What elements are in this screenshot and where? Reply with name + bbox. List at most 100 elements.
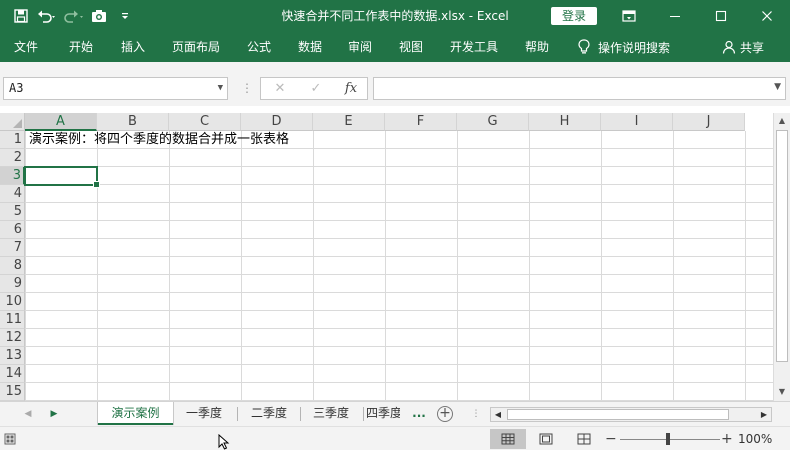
tab-split-handle-icon[interactable]: ⋮	[468, 406, 484, 422]
cancel-icon[interactable]: ✕	[265, 78, 295, 99]
page-layout-view-icon[interactable]	[528, 429, 564, 449]
redo-icon[interactable]	[60, 4, 86, 28]
formula-bar-resize-icon[interactable]: ⋮	[241, 78, 253, 98]
column-header[interactable]: H	[529, 113, 601, 131]
scroll-up-icon[interactable]: ▲	[774, 114, 790, 128]
row-header[interactable]: 9	[0, 275, 25, 293]
customize-qat-icon[interactable]	[112, 4, 138, 28]
sheet-tab-demo[interactable]: 演示案例	[98, 402, 173, 425]
vertical-scrollbar[interactable]: ▲ ▼	[773, 113, 790, 401]
column-header[interactable]: J	[673, 113, 745, 131]
sheet-tab-q2[interactable]: 二季度	[240, 402, 298, 425]
tell-me-label: 操作说明搜索	[598, 40, 671, 55]
window-title: 快速合并不同工作表中的数据.xlsx - Excel	[281, 9, 509, 23]
row-header[interactable]: 12	[0, 329, 25, 347]
row-header[interactable]: 3	[0, 167, 25, 185]
tab-review[interactable]: 审阅	[348, 32, 372, 62]
login-button[interactable]: 登录	[551, 7, 597, 25]
add-sheet-icon[interactable]: +	[437, 406, 453, 422]
cell-area[interactable]	[25, 131, 773, 401]
scroll-left-icon[interactable]: ◀	[491, 408, 505, 421]
quick-access-toolbar	[8, 4, 138, 28]
column-header[interactable]: A	[25, 113, 97, 131]
enter-icon[interactable]: ✓	[301, 78, 331, 99]
tab-developer[interactable]: 开发工具	[450, 32, 498, 62]
sheet-tab-q4[interactable]: 四季度	[366, 402, 400, 425]
column-header[interactable]: C	[169, 113, 241, 131]
name-box[interactable]: A3 ▼	[3, 77, 228, 100]
column-header[interactable]: D	[241, 113, 313, 131]
row-header[interactable]: 1	[0, 131, 25, 149]
row-header[interactable]: 11	[0, 311, 25, 329]
row-header[interactable]: 8	[0, 257, 25, 275]
name-box-dropdown-icon[interactable]: ▼	[218, 78, 223, 99]
lightbulb-icon	[578, 39, 590, 54]
status-bar: − + 100%	[0, 426, 790, 450]
scroll-right-icon[interactable]: ▶	[757, 408, 771, 421]
page-break-view-icon[interactable]	[566, 429, 602, 449]
tab-home[interactable]: 开始	[69, 32, 93, 62]
column-header[interactable]: G	[457, 113, 529, 131]
zoom-slider-thumb[interactable]	[666, 433, 670, 445]
maximize-icon[interactable]	[698, 0, 744, 32]
spreadsheet-grid: ABCDEFGHIJ 1 2 3 4 5 6 7 8 9 10 11 12 13 14 15 演示案例：将四…	[0, 113, 773, 401]
minimize-icon[interactable]	[652, 0, 698, 32]
macro-record-icon[interactable]	[4, 433, 18, 448]
horizontal-scroll-thumb[interactable]	[507, 409, 729, 420]
tab-data[interactable]: 数据	[298, 32, 322, 62]
share-button[interactable]: 共享	[722, 32, 764, 62]
undo-icon[interactable]	[34, 4, 60, 28]
mouse-cursor-icon	[218, 434, 230, 450]
ribbon-collapsed-area	[0, 62, 790, 72]
tab-insert[interactable]: 插入	[121, 32, 145, 62]
tab-page-layout[interactable]: 页面布局	[172, 32, 220, 62]
zoom-level[interactable]: 100%	[738, 429, 772, 449]
row-header[interactable]: 6	[0, 221, 25, 239]
camera-icon[interactable]	[86, 4, 112, 28]
horizontal-scrollbar[interactable]: ◀ ▶	[490, 407, 772, 422]
more-sheets-icon[interactable]: ...	[410, 402, 428, 425]
row-header[interactable]: 13	[0, 347, 25, 365]
name-box-value: A3	[9, 81, 24, 95]
row-header[interactable]: 15	[0, 383, 25, 401]
tab-formulas[interactable]: 公式	[247, 32, 271, 62]
sheet-tab-q3[interactable]: 三季度	[302, 402, 360, 425]
expand-formula-bar-icon[interactable]: ▼	[774, 82, 781, 92]
previous-sheet-icon[interactable]: ◀	[20, 406, 36, 422]
row-header[interactable]: 5	[0, 203, 25, 221]
select-all-corner[interactable]	[0, 113, 25, 131]
vertical-scroll-thumb[interactable]	[776, 130, 788, 362]
zoom-out-icon[interactable]: −	[605, 429, 617, 449]
zoom-slider[interactable]	[620, 439, 720, 440]
insert-function-icon[interactable]: fx	[336, 78, 366, 99]
row-header[interactable]: 2	[0, 149, 25, 167]
row-header[interactable]: 14	[0, 365, 25, 383]
tell-me-search[interactable]: 操作说明搜索	[578, 32, 670, 62]
sheet-tab-q1[interactable]: 一季度	[175, 402, 233, 425]
close-icon[interactable]	[744, 0, 790, 32]
next-sheet-icon[interactable]: ▶	[46, 406, 62, 422]
save-icon[interactable]	[8, 4, 34, 28]
formula-input[interactable]: ▼	[373, 77, 786, 100]
row-header[interactable]: 10	[0, 293, 25, 311]
column-header[interactable]: E	[313, 113, 385, 131]
ribbon-tabs: 文件 开始 插入 页面布局 公式 数据 审阅 视图 开发工具 帮助 操作说明搜索…	[0, 32, 790, 62]
column-header[interactable]: F	[385, 113, 457, 131]
row-header[interactable]: 4	[0, 185, 25, 203]
cell-a1[interactable]: 演示案例：将四个季度的数据合并成一张表格	[29, 131, 289, 149]
tab-view[interactable]: 视图	[399, 32, 423, 62]
zoom-in-icon[interactable]: +	[721, 429, 733, 449]
row-header[interactable]: 7	[0, 239, 25, 257]
column-header[interactable]: I	[601, 113, 673, 131]
tab-help[interactable]: 帮助	[525, 32, 549, 62]
normal-view-icon[interactable]	[490, 429, 526, 449]
share-label: 共享	[740, 40, 765, 55]
title-bar: 快速合并不同工作表中的数据.xlsx - Excel 登录	[0, 0, 790, 32]
tab-file[interactable]: 文件	[14, 32, 38, 62]
tab-separator	[363, 407, 364, 421]
column-header[interactable]: B	[97, 113, 169, 131]
ribbon-display-options-icon[interactable]	[606, 0, 652, 32]
scroll-down-icon[interactable]: ▼	[774, 385, 790, 399]
person-icon	[722, 40, 736, 54]
active-cell-a3[interactable]	[24, 166, 100, 188]
